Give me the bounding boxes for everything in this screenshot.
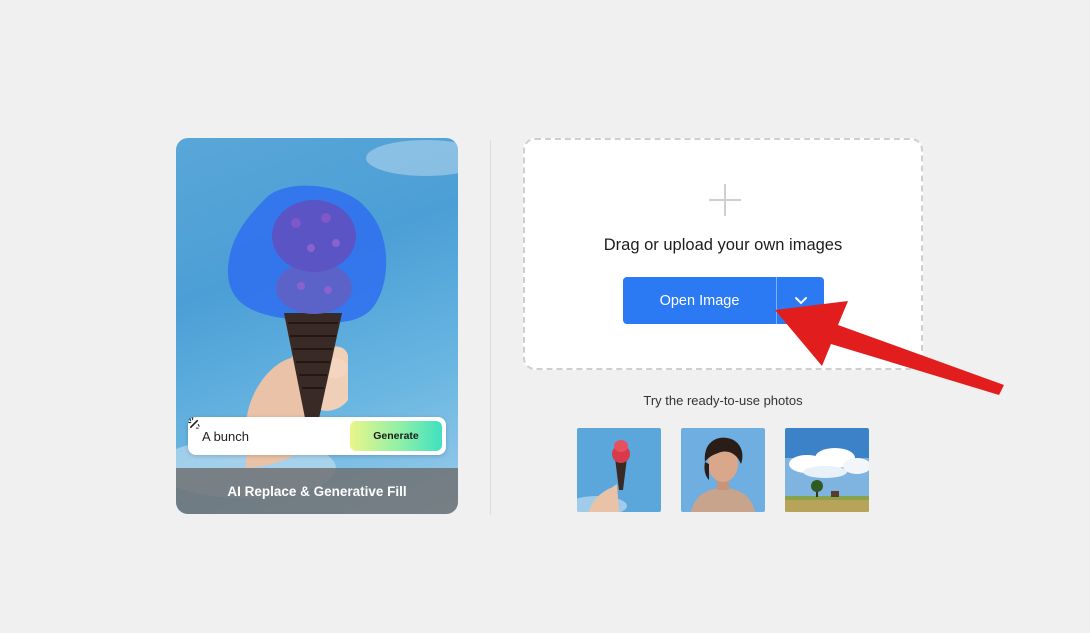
ice-cream-illustration bbox=[176, 140, 458, 498]
promo-card: A bunch Generate AI Replace & Generative… bbox=[176, 138, 458, 514]
open-options-dropdown[interactable] bbox=[777, 277, 824, 324]
generate-button[interactable]: Generate bbox=[188, 417, 442, 451]
prompt-text: A bunch bbox=[202, 428, 249, 444]
woman-portrait-photo-icon bbox=[681, 428, 765, 512]
open-image-button[interactable]: Open Image bbox=[623, 277, 776, 324]
sample-photos-label: Try the ready-to-use photos bbox=[643, 393, 803, 408]
ice-cream-sample-thumbnail[interactable] bbox=[577, 428, 661, 512]
vertical-divider bbox=[490, 140, 491, 515]
chevron-down-icon bbox=[794, 296, 807, 304]
landscape-sample-thumbnail[interactable] bbox=[785, 428, 869, 512]
plus-icon bbox=[709, 184, 741, 216]
magic-wand-icon bbox=[188, 417, 200, 429]
portrait-sample-thumbnail[interactable] bbox=[681, 428, 765, 512]
generate-label: Generate bbox=[373, 430, 419, 442]
drop-title: Drag or upload your own images bbox=[603, 236, 843, 254]
tree-field-photo-icon bbox=[785, 428, 869, 512]
ice-cream-photo-icon bbox=[577, 428, 661, 512]
upload-dropzone[interactable]: Drag or upload your own images Open Imag… bbox=[523, 138, 923, 370]
open-image-button-group: Open Image bbox=[623, 277, 824, 324]
promo-caption: AI Replace & Generative Fill bbox=[176, 468, 458, 514]
prompt-input[interactable]: A bunch Generate bbox=[188, 417, 446, 455]
